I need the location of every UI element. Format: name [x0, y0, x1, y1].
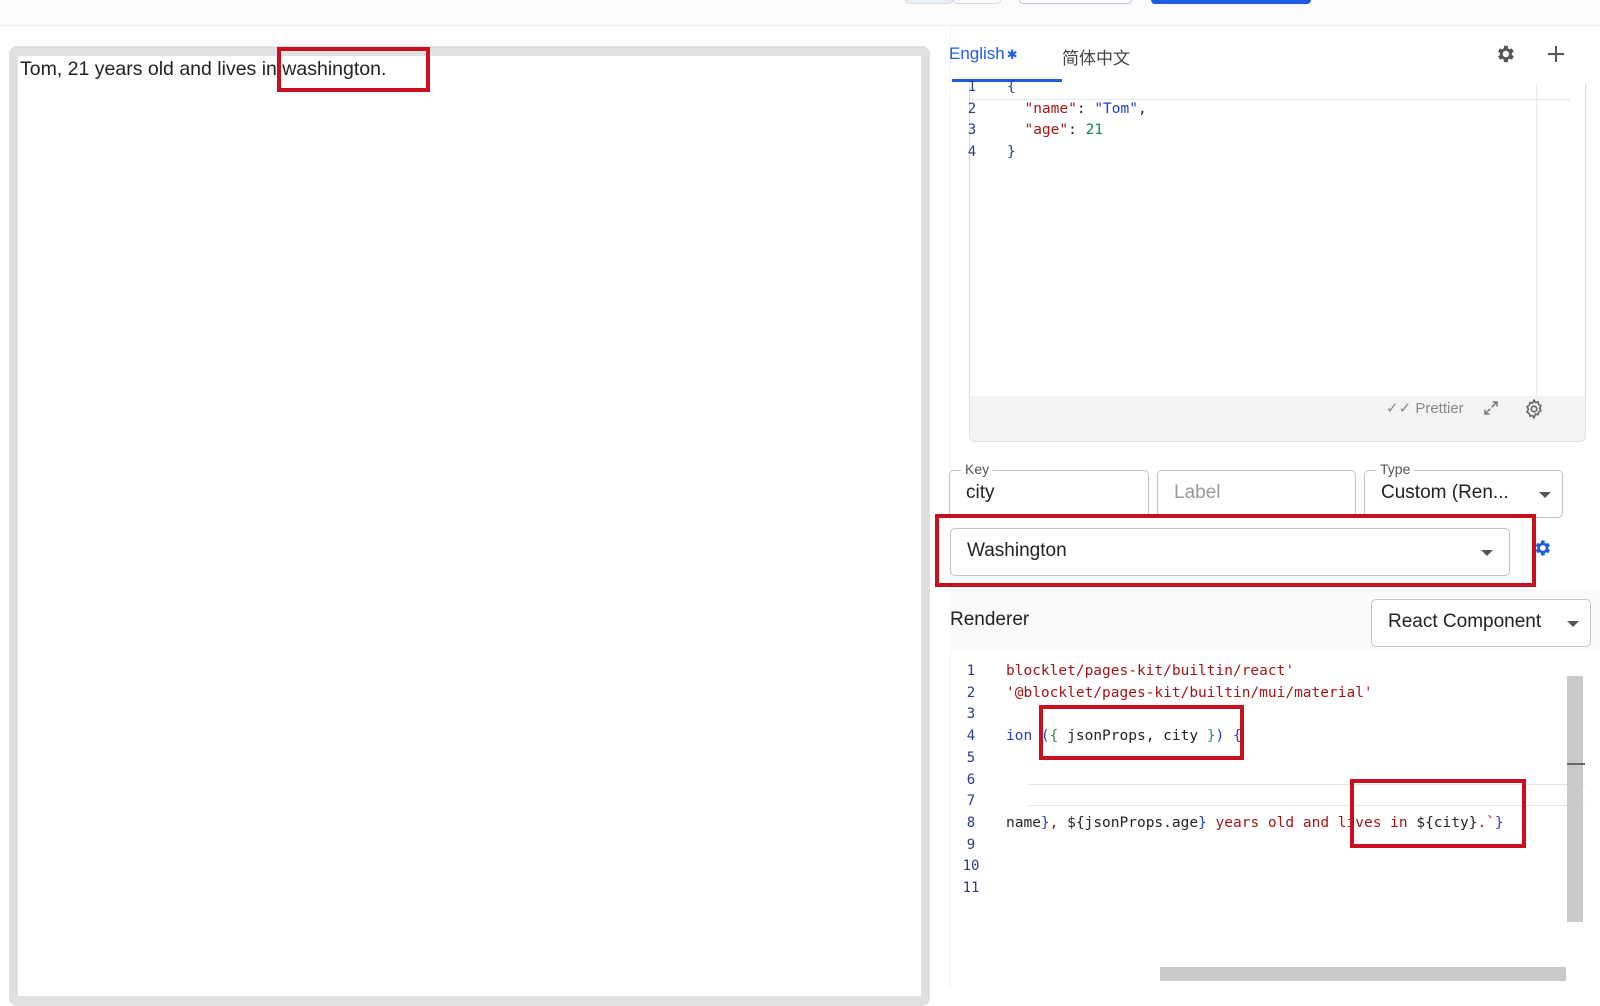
- expand-icon[interactable]: [1482, 399, 1502, 419]
- highlight-box-value-select: [935, 514, 1536, 587]
- renderer-row: Renderer React Component: [950, 590, 1600, 650]
- code-line: '@blocklet/pages-kit/builtin/mui/materia…: [1006, 685, 1373, 701]
- preview-canvas: [18, 56, 921, 996]
- renderer-select[interactable]: React Component: [1371, 599, 1591, 647]
- code-line: {: [1007, 79, 1016, 95]
- toolbar-outline-button[interactable]: [1019, 0, 1132, 4]
- scrollbar-marker: [1567, 763, 1585, 765]
- code-token: }: [1007, 144, 1016, 161]
- line-number: 1: [966, 663, 976, 679]
- chevron-down-icon: [1539, 492, 1551, 498]
- type-select-label: Type: [1376, 461, 1415, 477]
- line-number: 5: [966, 749, 976, 766]
- code-token: blocklet/pages-kit/builtin/react': [1006, 663, 1295, 679]
- tab-simplified-chinese[interactable]: 简体中文: [1062, 44, 1130, 69]
- line-number: 9: [966, 836, 976, 853]
- line-number: 10: [962, 858, 980, 875]
- editor-scroll-gutter: [1536, 84, 1537, 396]
- code-token: 21: [1085, 122, 1104, 139]
- code-line: "name": "Tom",: [1007, 100, 1147, 117]
- code-token: ,: [1049, 814, 1068, 831]
- double-check-icon: ✓✓: [1386, 400, 1412, 417]
- gear-icon[interactable]: [1532, 538, 1554, 560]
- code-token: {: [1007, 79, 1016, 95]
- plus-icon[interactable]: [1544, 42, 1568, 66]
- json-props-editor[interactable]: 1 2 3 4 { "name": "Tom", "age": 21}: [968, 79, 1586, 396]
- line-number: 8: [966, 814, 976, 831]
- gear-icon[interactable]: [1494, 43, 1516, 65]
- toolbar-primary-button[interactable]: [1151, 0, 1311, 4]
- code-token: }: [1198, 814, 1207, 831]
- label-field-placeholder: Label: [1174, 482, 1221, 503]
- chevron-down-icon: [1567, 621, 1579, 627]
- line-number: 6: [966, 771, 976, 788]
- code-token: name: [1006, 814, 1041, 831]
- code-token: :: [1076, 100, 1095, 117]
- key-field-value: city: [966, 482, 995, 503]
- code-line: }: [1007, 144, 1016, 160]
- code-token: ${: [1067, 814, 1085, 831]
- toolbar-toggle-left[interactable]: [905, 0, 953, 4]
- json-editor-footer: ✓✓ Prettier: [969, 396, 1586, 442]
- renderer-label: Renderer: [950, 609, 1030, 630]
- toolbar-toggle-right[interactable]: [953, 0, 1001, 4]
- code-token: "age": [1024, 122, 1069, 139]
- code-token: jsonProps.age: [1084, 814, 1199, 831]
- line-number: 4: [967, 144, 977, 161]
- line-number: 3: [967, 122, 977, 139]
- code-editor-vertical-scrollbar[interactable]: [1567, 676, 1583, 922]
- highlight-box-function-args: [1039, 705, 1244, 760]
- key-field-label: Key: [961, 461, 994, 477]
- tab-simplified-chinese-label: 简体中文: [1062, 49, 1130, 68]
- code-token: "Tom": [1094, 100, 1138, 117]
- editor-current-line: [970, 84, 1570, 100]
- line-number: 3: [966, 706, 976, 723]
- line-number: 1: [967, 79, 977, 95]
- line-number: 4: [966, 728, 976, 745]
- gear-outline-icon[interactable]: [1523, 398, 1545, 420]
- prettier-label: Prettier: [1415, 400, 1464, 417]
- tab-english[interactable]: English ✱: [949, 44, 1018, 64]
- code-line: blocklet/pages-kit/builtin/react': [1006, 663, 1294, 679]
- label-field[interactable]: Label: [1157, 470, 1356, 518]
- highlight-box-template-city: [1350, 779, 1526, 848]
- code-token: }: [1040, 814, 1050, 831]
- modified-marker: ✱: [1006, 47, 1018, 62]
- top-toolbar: [0, 0, 1600, 26]
- code-editor-horizontal-scrollbar[interactable]: [1160, 967, 1566, 981]
- line-number: 2: [966, 684, 976, 701]
- code-token: ion: [1006, 728, 1041, 745]
- type-select-value: Custom (Ren...: [1381, 482, 1509, 503]
- code-token: "name": [1024, 100, 1077, 117]
- renderer-select-value: React Component: [1388, 611, 1542, 632]
- prettier-button[interactable]: ✓✓ Prettier: [1386, 399, 1464, 417]
- code-line: "age": 21: [1007, 122, 1103, 138]
- code-token: ,: [1137, 100, 1147, 117]
- line-number: 2: [967, 100, 977, 117]
- key-field[interactable]: Key city: [949, 461, 1149, 518]
- tab-english-label: English: [949, 44, 1005, 63]
- code-token: '@blocklet/pages-kit/builtin/mui/materia…: [1006, 684, 1373, 701]
- line-number: 7: [966, 793, 976, 810]
- highlight-box-preview: [277, 47, 430, 92]
- code-token: :: [1068, 122, 1086, 139]
- type-select[interactable]: Type Custom (Ren...: [1364, 461, 1563, 518]
- line-number: 11: [962, 880, 980, 896]
